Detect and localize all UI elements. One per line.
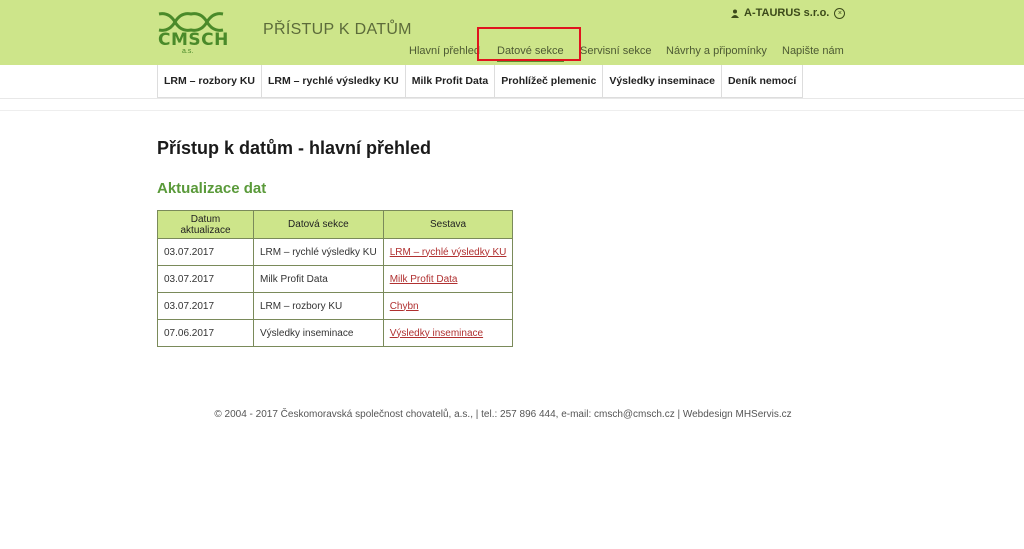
report-link[interactable]: Chybn [390,301,419,312]
divider [0,98,1024,99]
user-name[interactable]: A-TAURUS s.r.o. [744,7,829,19]
subnav-prohlizec-plemenic[interactable]: Prohlížeč plemenic [495,65,604,98]
col-header-section: Datová sekce [253,210,384,239]
section-title: Aktualizace dat [157,180,267,197]
user-icon [731,9,739,18]
cell-section: LRM – rychlé výsledky KU [253,238,384,266]
table-row: 03.07.2017 LRM – rychlé výsledky KU LRM … [157,238,514,266]
cell-section: Výsledky inseminace [253,319,384,347]
nav-hlavni-prehled[interactable]: Hlavní přehled [409,45,480,57]
report-link[interactable]: Milk Profit Data [390,274,458,285]
table-header-row: Datum aktualizace Datová sekce Sestava [157,210,514,239]
nav-navrhy-pripominky[interactable]: Návrhy a připomínky [666,45,767,57]
footer-text: © 2004 - 2017 Českomoravská společnost c… [214,409,792,420]
page-title: Přístup k datům - hlavní přehled [157,138,432,158]
cell-date: 03.07.2017 [157,238,254,266]
col-header-report: Sestava [382,210,514,239]
table-row: 07.06.2017 Výsledky inseminace Výsledky … [157,319,514,347]
report-link[interactable]: LRM – rychlé výsledky KU [390,247,507,258]
cell-date: 07.06.2017 [157,319,254,347]
logout-icon[interactable]: × [834,7,846,19]
table-row: 03.07.2017 Milk Profit Data Milk Profit … [157,265,514,293]
subnav-vysledky-inseminace[interactable]: Výsledky inseminace [603,65,722,98]
user-area: A-TAURUS s.r.o. × [731,7,846,19]
cell-section: Milk Profit Data [253,265,384,293]
cell-date: 03.07.2017 [157,292,254,320]
cell-section: LRM – rozbory KU [253,292,384,320]
subnav-lrm-rychle[interactable]: LRM – rychlé výsledky KU [262,65,406,98]
subnav-milk-profit[interactable]: Milk Profit Data [405,65,496,98]
nav-napiste-nam[interactable]: Napište nám [782,45,844,57]
subnav-denik-nemoci[interactable]: Deník nemocí [721,65,804,98]
table-row: 03.07.2017 LRM – rozbory KU Chybn [157,292,514,320]
sub-navigation: LRM – rozbory KU LRM – rychlé výsledky K… [157,65,804,98]
col-header-date: Datum aktualizace [157,210,254,239]
cell-date: 03.07.2017 [157,265,254,293]
report-link[interactable]: Výsledky inseminace [390,328,483,339]
subnav-lrm-rozbory[interactable]: LRM – rozbory KU [158,65,263,98]
highlight-box [477,27,581,61]
logo-text: ČMSCH [158,30,229,50]
updates-table: Datum aktualizace Datová sekce Sestava 0… [157,210,514,347]
header-bar: ČMSCH a.s. PŘÍSTUP K DATŮM A-TAURUS s.r.… [0,0,1024,65]
logo-subtext: a.s. [182,48,194,55]
app-title: PŘÍSTUP K DATŮM [263,21,412,38]
divider [0,110,1024,111]
nav-servisni-sekce[interactable]: Servisní sekce [580,45,652,57]
